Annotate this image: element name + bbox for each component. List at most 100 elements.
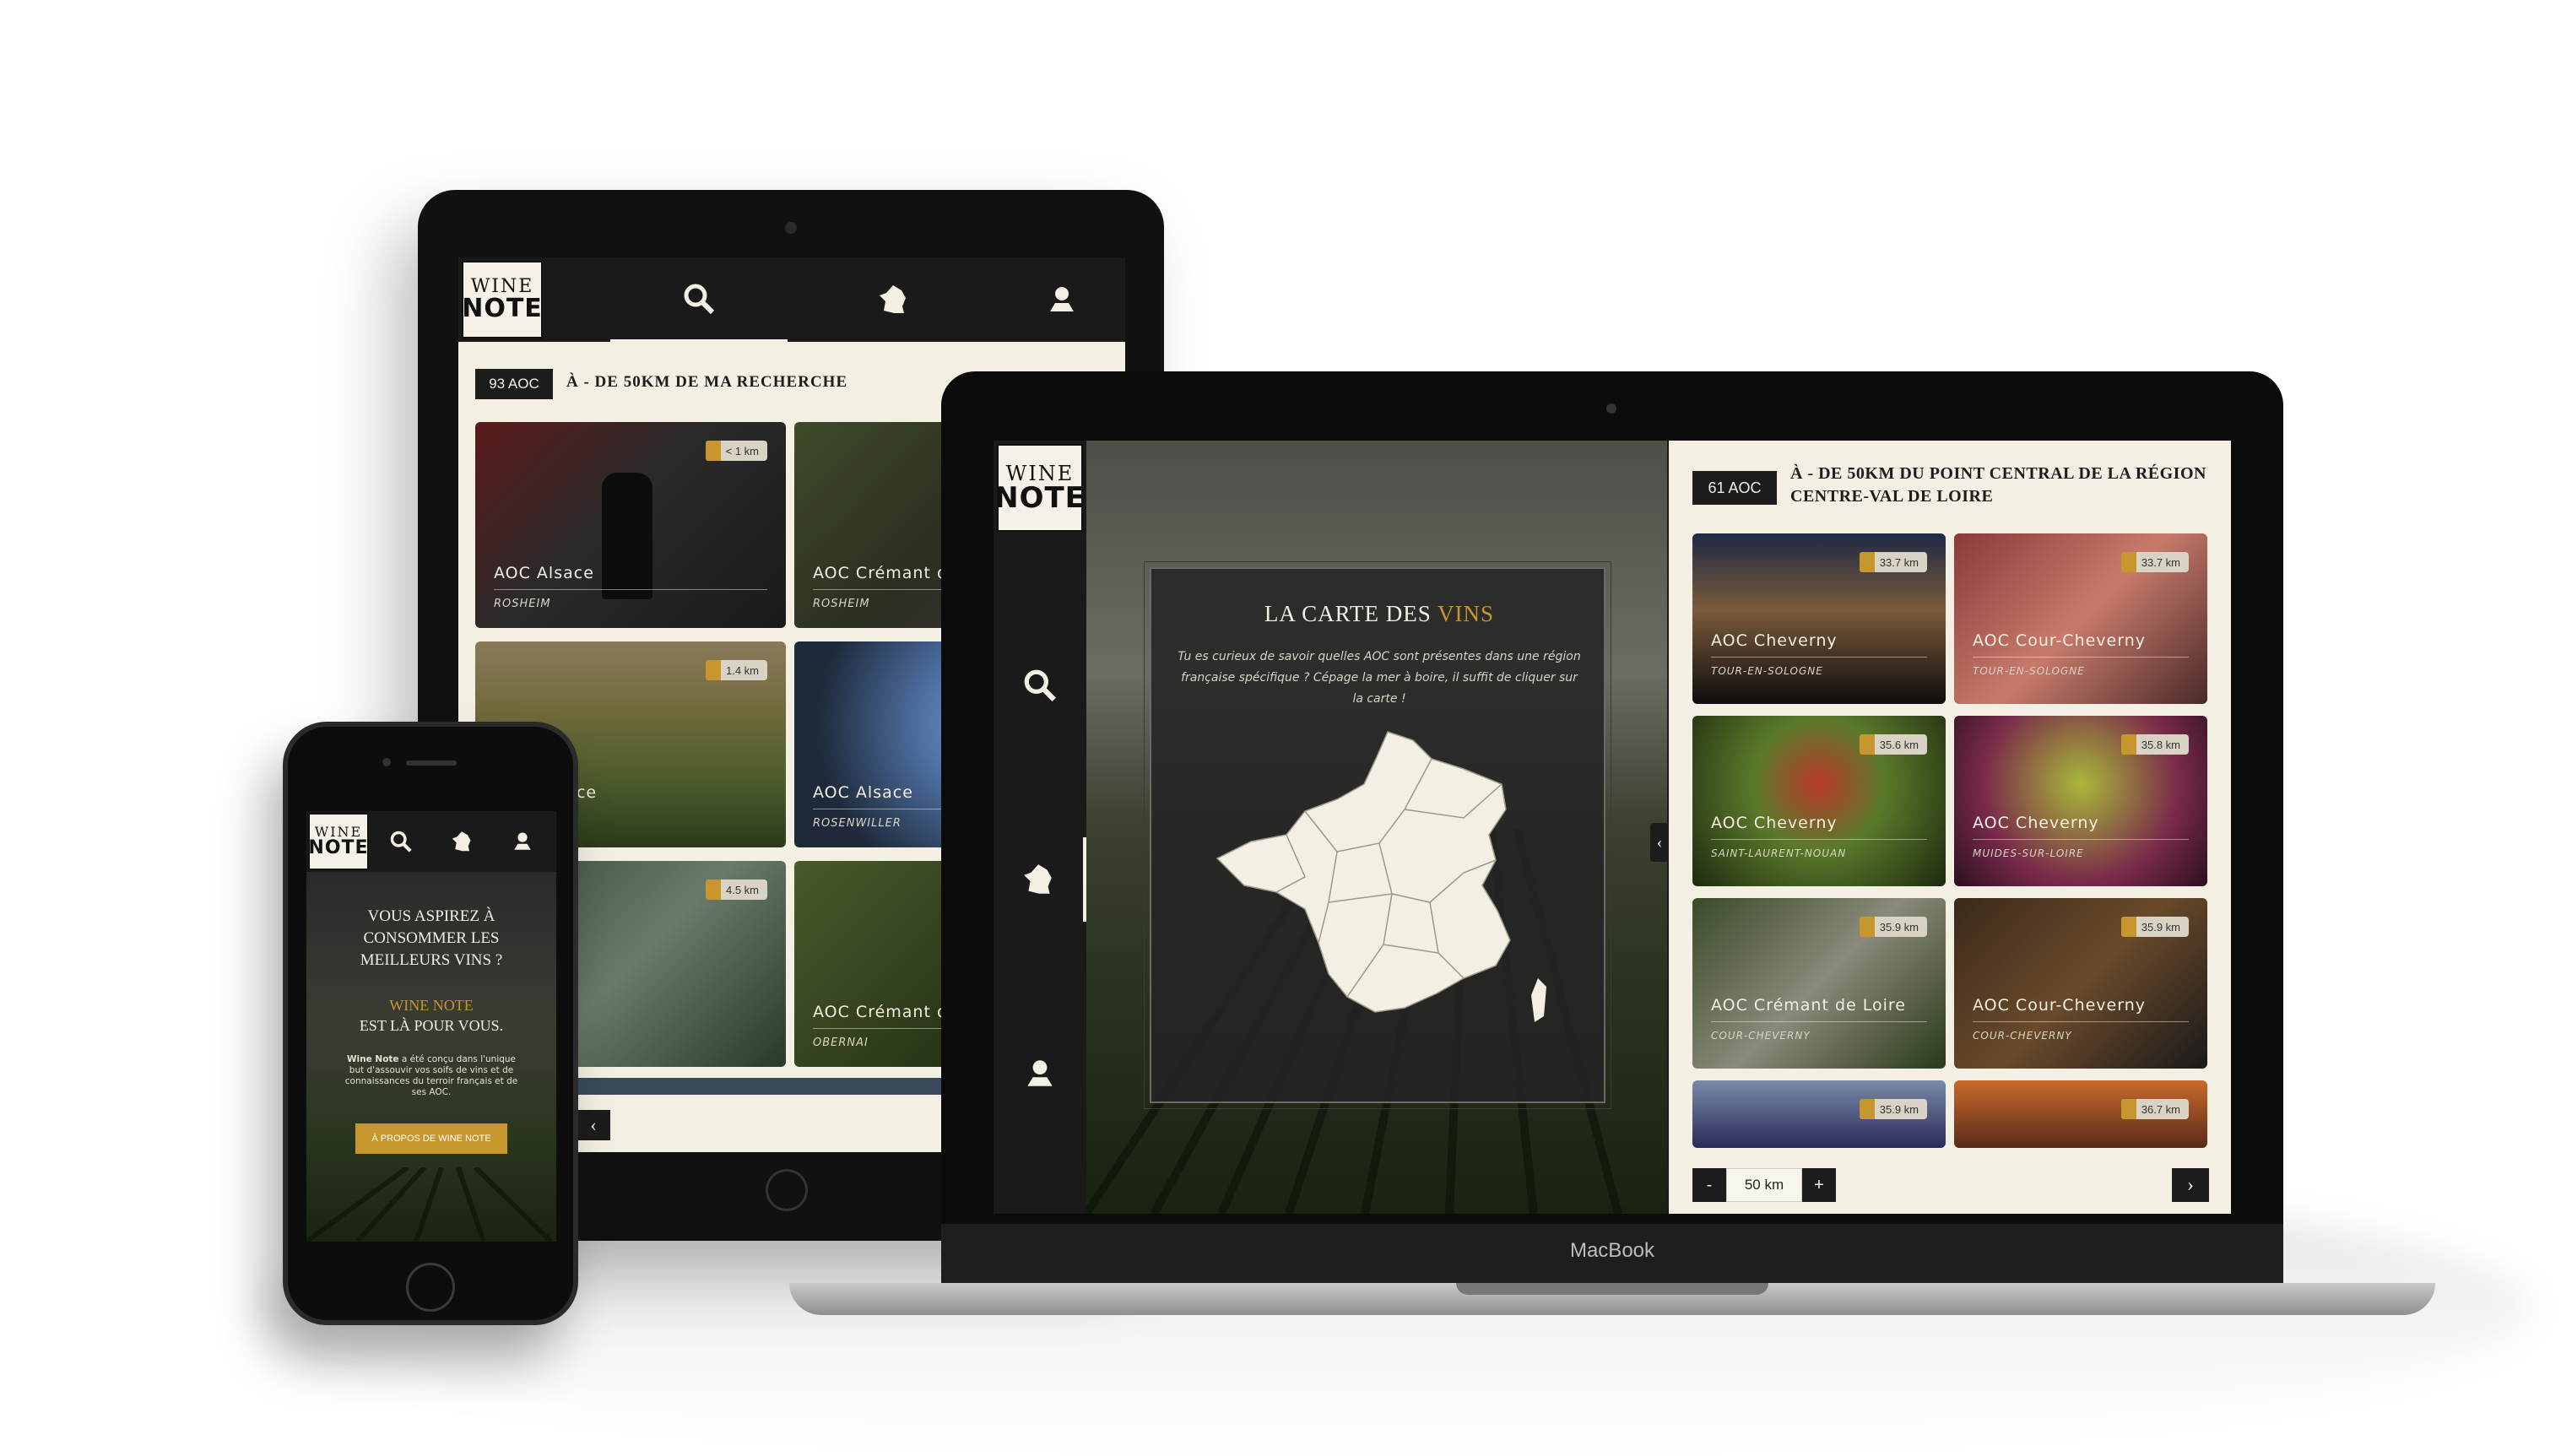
distance-badge: 35.9 km (2120, 917, 2189, 937)
distance-text: 35.9 km (1879, 920, 1919, 934)
next-page-button[interactable]: › (2172, 1168, 2209, 1202)
distance-badge: 36.7 km (2120, 1099, 2189, 1119)
distance-badge: 35.9 km (1859, 917, 1927, 937)
pin-icon (1859, 917, 1875, 937)
card-divider (1711, 1021, 1927, 1022)
distance-text: 35.8 km (2141, 738, 2180, 751)
pin-icon (2120, 1099, 2136, 1119)
distance-badge: 35.9 km (1859, 1099, 1927, 1119)
distance-badge: 35.6 km (1859, 734, 1927, 755)
france-regions-map[interactable] (1210, 725, 1565, 1046)
tablet-home-button[interactable] (766, 1169, 808, 1211)
radius-plus-button[interactable]: + (1802, 1168, 1836, 1202)
aoc-card[interactable]: 36.7 km (1954, 1080, 2207, 1148)
radius-value[interactable]: 50 km (1726, 1168, 1802, 1202)
aoc-card[interactable]: < 1 km AOC Alsace ROSHEIM (475, 422, 786, 628)
distance-badge: 1.4 km (705, 660, 767, 680)
wine-note-logo[interactable]: WINE NOTE (462, 261, 543, 338)
nav-location[interactable] (999, 257, 1125, 342)
phone-camera (382, 758, 391, 766)
card-town: MUIDES-SUR-LOIRE (1973, 847, 2084, 859)
body-brand: Wine Note (346, 1054, 399, 1064)
search-icon (390, 831, 412, 852)
card-town: SAINT-LAURENT-NOUAN (1711, 847, 1847, 859)
laptop-base-notch (1456, 1283, 1768, 1295)
distance-text: 35.9 km (2141, 920, 2180, 934)
phone-speaker (406, 760, 457, 766)
card-town: TOUR-EN-SOLOGNE (1973, 665, 2085, 677)
distance-text: 1.4 km (725, 663, 759, 677)
card-title: AOC Cheverny (1711, 814, 1838, 832)
aoc-card[interactable]: 35.9 km AOC Cour-Cheverny COUR-CHEVERNY (1954, 898, 2207, 1069)
about-wine-note-button[interactable]: À PROPOS DE WINE NOTE (355, 1123, 507, 1154)
laptop-screen: WINE NOTE LA CARTE DES VINS Tu es curieu… (994, 441, 2231, 1214)
wine-note-logo[interactable]: WINE NOTE (308, 813, 369, 870)
distance-text: 36.7 km (2141, 1102, 2180, 1116)
phone-home-button[interactable] (406, 1263, 455, 1312)
laptop-base (789, 1283, 2435, 1315)
laptop-camera (1606, 403, 1616, 414)
title-accent: VINS (1438, 601, 1495, 626)
map-panel-description: Tu es curieux de savoir quelles AOC sont… (1178, 650, 1581, 706)
pin-icon (2120, 734, 2136, 755)
pin-icon (1859, 1099, 1875, 1119)
nav-france-map[interactable] (450, 830, 474, 853)
nav-location[interactable] (511, 830, 534, 853)
pin-icon (2120, 917, 2136, 937)
results-panel: 61 AOC À - DE 50KM DU POINT CENTRAL DE L… (1669, 441, 2231, 1214)
pin-icon (705, 880, 721, 900)
cta-label: À PROPOS DE WINE NOTE (371, 1134, 491, 1144)
aoc-card[interactable]: 33.7 km AOC Cour-Cheverny TOUR-EN-SOLOGN… (1954, 533, 2207, 704)
card-title: AOC Cheverny (1711, 631, 1838, 650)
card-title: AOC Alsace (494, 564, 594, 582)
location-user-icon (1027, 1060, 1053, 1086)
nav-search[interactable] (389, 830, 413, 853)
aoc-card[interactable]: 35.8 km AOC Cheverny MUIDES-SUR-LOIRE (1954, 716, 2207, 886)
pin-icon (2120, 552, 2136, 572)
search-icon (1024, 669, 1057, 702)
tablet-camera (785, 222, 797, 234)
laptop-chin: MacBook (941, 1224, 2283, 1287)
prev-page-button[interactable]: ‹ (577, 1110, 610, 1140)
nav-search[interactable] (610, 257, 788, 342)
logo-text-note: NOTE (308, 837, 369, 858)
laptop-brand-label: MacBook (1569, 1239, 1655, 1262)
nav-france-map[interactable] (804, 257, 982, 342)
radius-minus-button[interactable]: - (1692, 1168, 1726, 1202)
hero-headline: VOUS ASPIREZ À CONSOMMER LES MEILLEURS V… (360, 907, 503, 969)
pin-icon (1859, 734, 1875, 755)
card-divider (1973, 657, 2189, 658)
hero-brand-name: WINE NOTE (389, 997, 474, 1014)
distance-text: < 1 km (725, 444, 759, 457)
collapse-panel-button[interactable]: ‹ (1650, 823, 1669, 862)
chevron-left-icon: ‹ (590, 1114, 597, 1135)
corsica-outline[interactable] (1531, 978, 1546, 1022)
tablet-top-nav: WINE NOTE (458, 257, 1125, 342)
aoc-card[interactable]: 35.6 km AOC Cheverny SAINT-LAURENT-NOUAN (1692, 716, 1946, 886)
chevron-right-icon: › (2187, 1173, 2194, 1196)
distance-badge: 33.7 km (1859, 552, 1927, 572)
card-divider (1711, 657, 1927, 658)
results-heading: À - DE 50KM DE MA RECHERCHE (566, 373, 848, 391)
hero-tagline: EST LÀ POUR VOUS. (359, 1017, 504, 1034)
plus-icon: + (1814, 1175, 1824, 1194)
phone-top-nav: WINE NOTE (306, 811, 556, 872)
aoc-card[interactable]: 33.7 km AOC Cheverny TOUR-EN-SOLOGNE (1692, 533, 1946, 704)
card-town: COUR-CHEVERNY (1711, 1030, 1811, 1042)
card-divider (1973, 1021, 2189, 1022)
sidebar-location[interactable] (994, 1040, 1086, 1107)
laptop-sidebar: WINE NOTE (994, 441, 1086, 1214)
logo-text-note: NOTE (462, 294, 543, 323)
card-town: TOUR-EN-SOLOGNE (1711, 665, 1823, 677)
radius-control: - 50 km + (1692, 1168, 1836, 1202)
sidebar-search[interactable] (994, 652, 1086, 719)
wine-note-logo[interactable]: WINE NOTE (994, 444, 1085, 532)
france-map-icon (452, 831, 471, 852)
aoc-card[interactable]: 35.9 km AOC Crémant de Loire COUR-CHEVER… (1692, 898, 1946, 1069)
card-title: AOC Cour-Cheverny (1973, 996, 2147, 1015)
card-title: AOC Crémant d (813, 564, 949, 582)
card-town: OBERNAI (813, 1037, 869, 1049)
phone-device: WINE NOTE VOUS ASPIREZ À CONSOMMER LES M… (283, 722, 578, 1325)
sidebar-france-map[interactable] (994, 837, 1086, 922)
aoc-card[interactable]: 35.9 km (1692, 1080, 1946, 1148)
